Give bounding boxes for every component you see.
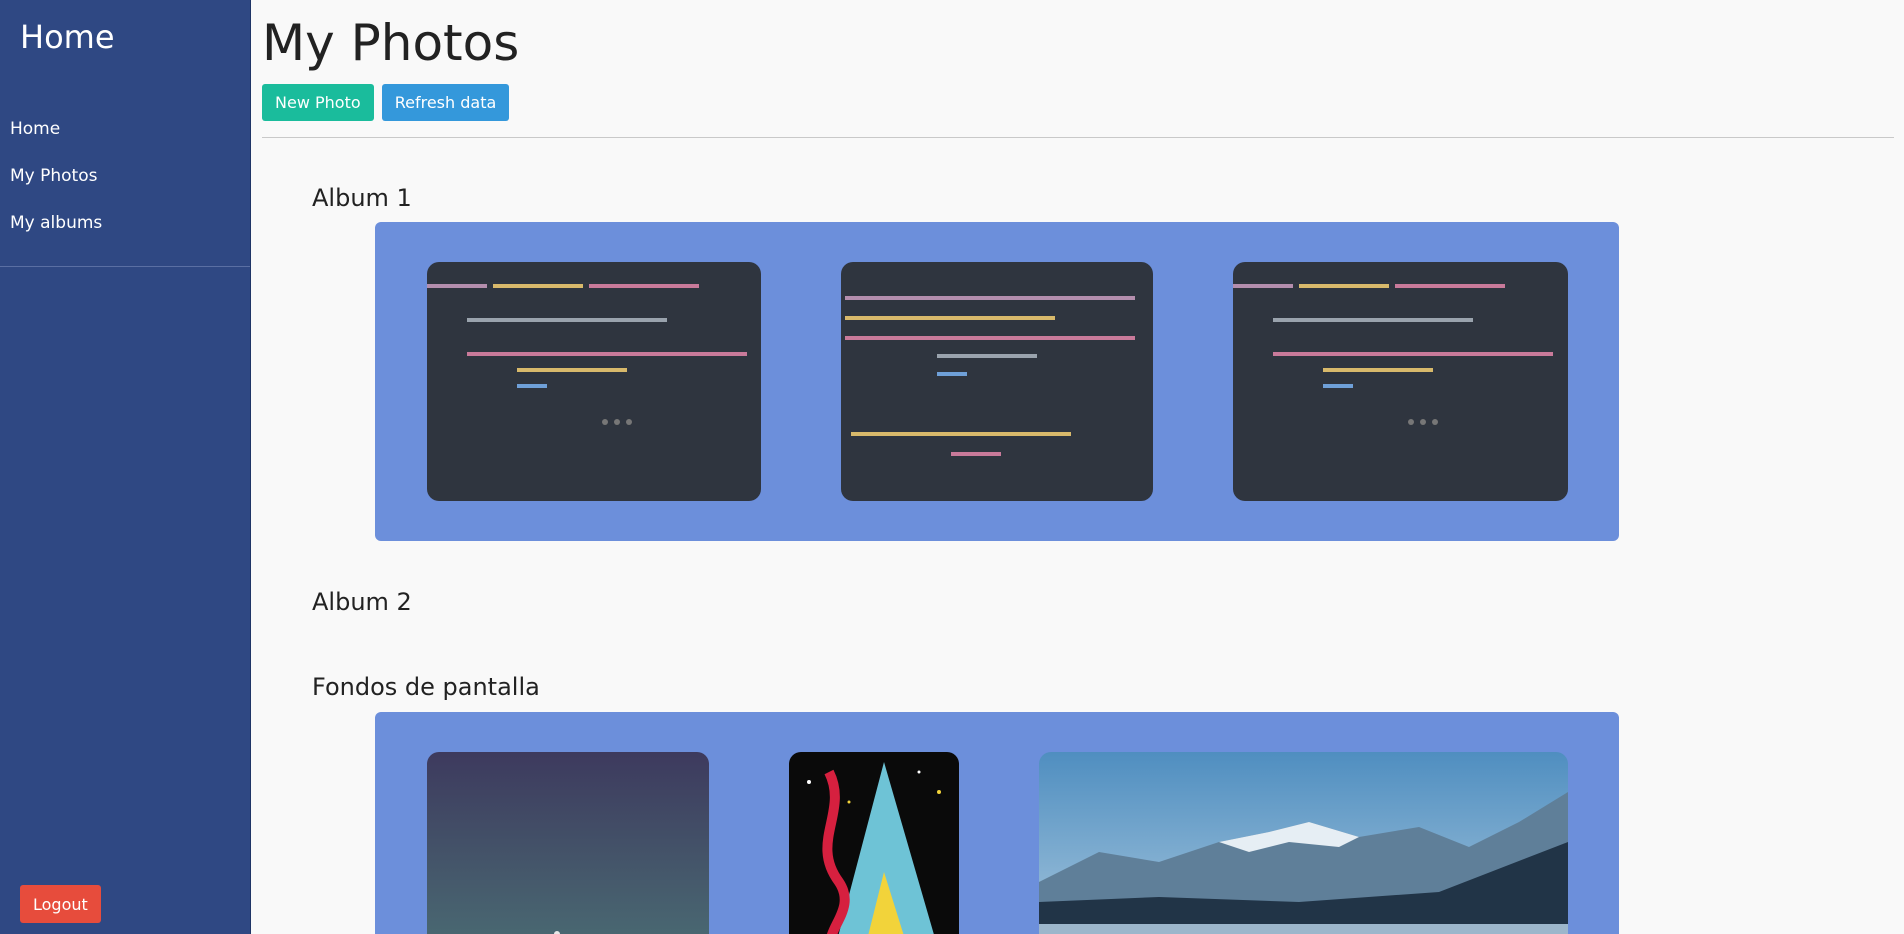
album-title: Album 2 (312, 588, 412, 616)
night-sky-wallpaper-image (427, 752, 709, 934)
header-divider (262, 137, 1894, 138)
code-screenshot-image (845, 296, 1135, 456)
photo-thumbnail[interactable] (1039, 752, 1568, 934)
code-screenshot-image (427, 284, 747, 425)
sidebar-item-my-photos[interactable]: My Photos (0, 159, 250, 206)
code-screenshot-image (1233, 284, 1553, 425)
photo-thumbnail[interactable] (841, 262, 1153, 501)
new-photo-button[interactable]: New Photo (262, 84, 374, 121)
sidebar-title[interactable]: Home (20, 18, 115, 56)
photo-thumbnail[interactable] (789, 752, 959, 934)
photo-thumbnail[interactable] (427, 262, 761, 501)
sidebar-item-home[interactable]: Home (0, 112, 250, 159)
album-title: Fondos de pantalla (312, 673, 540, 701)
sidebar: Home Home My Photos My albums Logout (0, 0, 251, 934)
page-title: My Photos (262, 14, 520, 72)
main-content: My Photos New Photo Refresh data Album 1 (262, 0, 1894, 934)
refresh-data-button[interactable]: Refresh data (381, 84, 510, 121)
album-photos-panel (375, 712, 1619, 934)
sidebar-nav: Home My Photos My albums (0, 112, 250, 253)
sidebar-item-my-albums[interactable]: My albums (0, 206, 250, 253)
toolbar: New Photo Refresh data (262, 84, 512, 121)
logout-button[interactable]: Logout (20, 885, 101, 923)
photo-thumbnail[interactable] (427, 752, 709, 934)
mountain-lake-wallpaper-image (1039, 752, 1568, 934)
album-title: Album 1 (312, 184, 412, 212)
album-photos-panel (375, 222, 1619, 541)
comic-wallpaper-image (789, 752, 959, 934)
sidebar-divider (0, 266, 250, 267)
photo-thumbnail[interactable] (1233, 262, 1568, 501)
